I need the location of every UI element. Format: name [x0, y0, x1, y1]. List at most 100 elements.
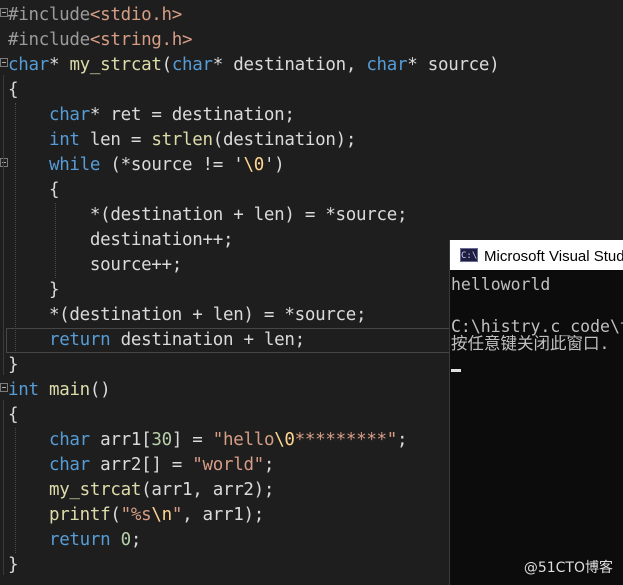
fold-toggle-icon[interactable] [0, 8, 8, 17]
code-token: *(destination + len) = *source; [8, 205, 408, 225]
code-token: } [8, 280, 60, 300]
code-line[interactable]: printf("%s\n", arr1); [8, 503, 264, 528]
code-token: char [366, 55, 408, 75]
console-title-bar[interactable]: C:\ Microsoft Visual Studio 调试控制台 [450, 240, 623, 270]
code-token: arr2[] = [89, 455, 193, 475]
code-line[interactable]: return destination + len; [8, 328, 305, 353]
fold-toggle-icon[interactable] [0, 158, 8, 167]
code-token: strlen [151, 130, 213, 150]
editor-gutter[interactable] [0, 0, 8, 585]
code-token: while [48, 155, 101, 175]
code-token: char [48, 105, 90, 125]
code-token: ; [263, 455, 275, 475]
code-line[interactable]: { [8, 403, 19, 428]
console-cursor [451, 369, 461, 372]
debug-console-window[interactable]: C:\ Microsoft Visual Studio 调试控制台 hellow… [449, 240, 623, 585]
code-token: 0 [120, 530, 132, 550]
code-token: len = [79, 130, 152, 150]
code-line[interactable]: char arr2[] = "world"; [8, 453, 275, 478]
code-line[interactable]: char* ret = destination; [8, 103, 295, 128]
code-token: " [171, 505, 183, 525]
watermark: @51CTO博客 [523, 560, 613, 576]
code-line[interactable]: } [8, 553, 19, 578]
code-token: } [8, 355, 19, 375]
code-line[interactable]: destination++; [8, 228, 234, 253]
fold-toggle-icon[interactable] [0, 383, 8, 392]
code-token: () [89, 380, 111, 400]
code-token: #include [8, 30, 90, 50]
code-token: char [171, 55, 213, 75]
code-token: destination++; [8, 230, 234, 250]
fold-region-bar [3, 75, 4, 375]
code-line[interactable]: char arr1[30] = "hello\0*********"; [8, 428, 408, 453]
code-line[interactable]: *(destination + len) = *source; [8, 203, 408, 228]
code-line[interactable]: int len = strlen(destination); [8, 128, 356, 153]
code-token: * source) [407, 55, 500, 75]
code-token: \0 [243, 155, 264, 175]
code-token: 30 [151, 430, 172, 450]
code-token: (destination); [212, 130, 357, 150]
code-line[interactable]: #include<string.h> [8, 28, 193, 53]
code-token: char [8, 55, 49, 75]
code-token: arr1[ [89, 430, 152, 450]
code-line[interactable]: int main() [8, 378, 111, 403]
code-token: * [48, 55, 70, 75]
console-app-icon: C:\ [460, 248, 478, 262]
code-token: "world" [192, 455, 264, 475]
code-token: ') [263, 155, 285, 175]
code-line[interactable]: #include<stdio.h> [8, 3, 182, 28]
code-token: printf [48, 505, 111, 525]
code-line[interactable]: while (*source != '\0') [8, 153, 285, 178]
code-token: int [8, 380, 39, 400]
code-line[interactable]: source++; [8, 253, 182, 278]
code-token: ; [130, 530, 142, 550]
code-token: <string.h> [89, 30, 193, 50]
code-line[interactable]: *(destination + len) = *source; [8, 303, 367, 328]
code-line[interactable]: { [8, 178, 60, 203]
code-token: char [48, 455, 90, 475]
console-title: Microsoft Visual Studio 调试控制台 [484, 247, 623, 265]
code-editor[interactable]: #include<stdio.h> #include<string.h> char*… [0, 0, 623, 585]
code-line[interactable]: my_strcat(arr1, arr2); [8, 478, 275, 503]
console-output-line: helloworld [451, 275, 551, 294]
code-token: return [48, 530, 111, 550]
code-token: my_strcat [48, 480, 142, 500]
code-token: <stdio.h> [89, 5, 183, 25]
code-token: { [8, 405, 19, 425]
console-output-line: 按任意键关闭此窗口. . . [451, 334, 623, 353]
code-token: ] = [171, 430, 213, 450]
fold-toggle-icon[interactable] [0, 58, 8, 67]
code-line[interactable]: char* my_strcat(char* destination, char*… [8, 53, 500, 78]
code-token: main [48, 380, 90, 400]
code-token: "hello [212, 430, 275, 450]
fold-region-bar [3, 400, 4, 575]
code-token: "%s [120, 505, 152, 525]
code-token: * ret = destination; [89, 105, 295, 125]
code-token: source++; [8, 255, 183, 275]
code-line[interactable]: } [8, 278, 60, 303]
code-token: \n [151, 505, 172, 525]
code-token: (arr1, arr2); [141, 480, 275, 500]
code-token: return [48, 330, 111, 350]
code-token: ; [397, 430, 408, 450]
code-token: char [48, 430, 90, 450]
code-token: int [48, 130, 80, 150]
code-line[interactable]: } [8, 353, 19, 378]
code-token: *(destination + len) = *source; [8, 305, 367, 325]
code-token: } [8, 555, 19, 575]
code-line[interactable]: { [8, 78, 19, 103]
code-line[interactable]: return 0; [8, 528, 141, 553]
code-token: \0 [274, 430, 295, 450]
code-token: { [8, 80, 19, 100]
code-token: , arr1); [182, 505, 264, 525]
